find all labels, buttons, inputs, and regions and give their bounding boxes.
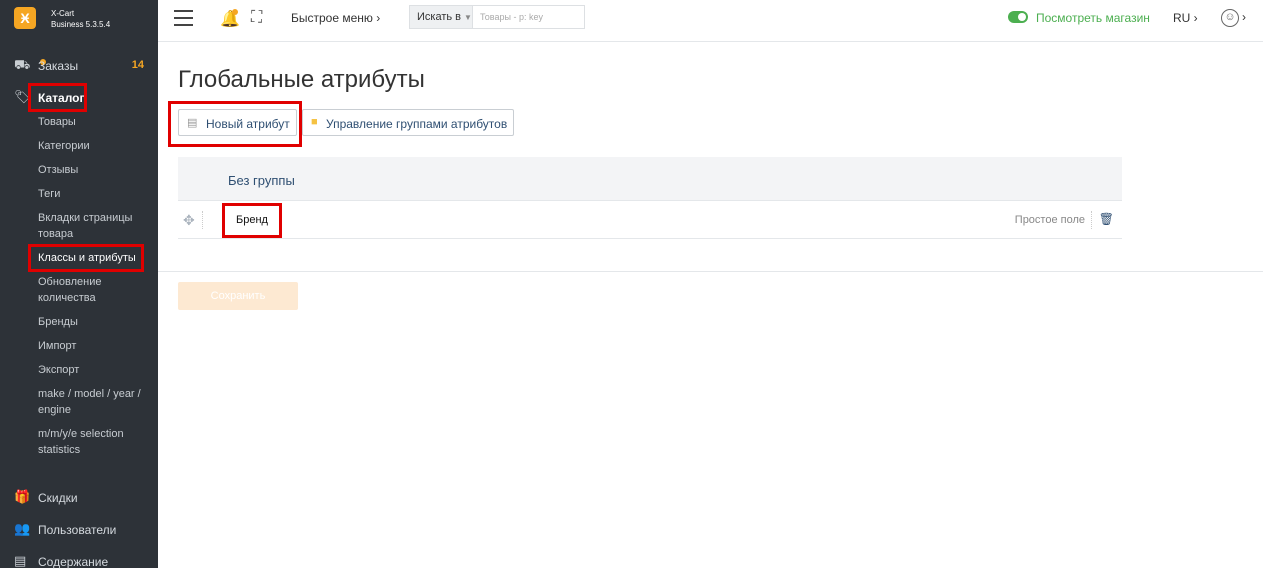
sidebar-item-label: Скидки bbox=[38, 491, 78, 505]
orders-count-badge: 14 bbox=[131, 59, 144, 71]
attribute-row: ✥ Бренд Простое поле 🗑 bbox=[178, 202, 1122, 239]
sidebar-subitem-brands[interactable]: Бренды bbox=[38, 314, 150, 330]
sidebar-subitem-mmye[interactable]: make / model / year / engine bbox=[38, 386, 150, 418]
highlight-catalog bbox=[28, 83, 87, 112]
language-select[interactable]: RU › bbox=[1173, 11, 1198, 25]
highlight-new-attribute bbox=[168, 101, 302, 147]
sidebar-subitem-quantity-update[interactable]: Обновление количества bbox=[38, 274, 150, 306]
sidebar-subitem-categories[interactable]: Категории bbox=[38, 138, 150, 154]
divider bbox=[158, 271, 1263, 272]
orders-icon: ⛟ bbox=[14, 58, 46, 72]
divider bbox=[1091, 211, 1092, 229]
search-scope-select[interactable]: Искать в ▼ bbox=[409, 5, 473, 29]
sidebar-item-label: Заказы bbox=[38, 59, 79, 73]
sidebar-item-content[interactable]: ▤ Содержание bbox=[0, 552, 158, 572]
sidebar-subitem-export[interactable]: Экспорт bbox=[38, 362, 150, 378]
highlight-attribute-name bbox=[222, 203, 282, 238]
sidebar-item-users[interactable]: 👥 Пользователи bbox=[0, 520, 158, 540]
brand[interactable]: Ӿ X-Cart Business 5.3.5.4 bbox=[0, 0, 158, 42]
folder-icon: ■ bbox=[311, 116, 318, 128]
sidebar-subitem-reviews[interactable]: Отзывы bbox=[38, 162, 150, 178]
user-avatar-icon[interactable]: ☺ bbox=[1221, 9, 1239, 27]
page-title: Глобальные атрибуты bbox=[178, 66, 425, 93]
search-input[interactable]: Товары - р: key bbox=[473, 5, 585, 29]
bell-icon[interactable]: 🔔 bbox=[220, 9, 240, 29]
sidebar: Ӿ X-Cart Business 5.3.5.4 ⛟ Заказы 14 🏷 … bbox=[0, 0, 158, 569]
content-icon: ▤ bbox=[14, 553, 27, 568]
sidebar-subitem-tags[interactable]: Теги bbox=[38, 186, 150, 202]
brand-text: X-Cart Business 5.3.5.4 bbox=[51, 8, 110, 30]
sidebar-item-label: Содержание bbox=[38, 555, 109, 569]
sidebar-subitem-mmye-stats[interactable]: m/m/y/e selection statistics bbox=[38, 426, 150, 458]
manage-groups-label: Управление группами атрибутов bbox=[326, 117, 508, 131]
hamburger-menu-icon[interactable] bbox=[174, 10, 193, 26]
brand-name: X-Cart bbox=[51, 9, 75, 18]
storefront-icon[interactable]: ⛶ bbox=[251, 9, 262, 27]
manage-attribute-groups-button[interactable]: ■ Управление группами атрибутов bbox=[302, 109, 514, 136]
save-button[interactable]: Сохранить bbox=[178, 282, 298, 310]
sidebar-subitem-products[interactable]: Товары bbox=[38, 114, 150, 130]
group-label: Без группы bbox=[228, 173, 295, 188]
sidebar-item-discounts[interactable]: 🎁 Скидки bbox=[0, 488, 158, 508]
view-store-link[interactable]: Посмотреть магазин bbox=[1036, 11, 1150, 25]
sidebar-subitem-product-tabs[interactable]: Вкладки страницы товара bbox=[38, 210, 150, 242]
drag-handle-icon[interactable]: ✥ bbox=[183, 212, 195, 229]
store-toggle[interactable] bbox=[1008, 11, 1028, 23]
trash-icon[interactable]: 🗑 bbox=[1099, 212, 1114, 226]
divider bbox=[202, 211, 203, 229]
sidebar-subitem-import[interactable]: Импорт bbox=[38, 338, 150, 354]
sidebar-item-label: Пользователи bbox=[38, 523, 117, 537]
quick-menu[interactable]: Быстрое меню › bbox=[291, 11, 380, 25]
search-scope-label: Искать в bbox=[417, 11, 462, 23]
sidebar-item-orders[interactable]: ⛟ Заказы 14 bbox=[0, 56, 158, 76]
gift-icon: 🎁 bbox=[14, 489, 31, 504]
chevron-down-icon: ▼ bbox=[464, 13, 472, 22]
brand-version: Business 5.3.5.4 bbox=[51, 20, 111, 29]
highlight-classes-attributes bbox=[28, 244, 144, 272]
chevron-right-icon[interactable]: › bbox=[1242, 10, 1246, 24]
attribute-group-header: Без группы bbox=[178, 157, 1122, 201]
attribute-type: Простое поле bbox=[1014, 214, 1085, 226]
xcart-logo-icon: Ӿ bbox=[14, 7, 36, 29]
users-icon: 👥 bbox=[14, 521, 31, 536]
topbar: 🔔 ⛶ Быстрое меню › Искать в ▼ Товары - р:… bbox=[158, 0, 1263, 42]
